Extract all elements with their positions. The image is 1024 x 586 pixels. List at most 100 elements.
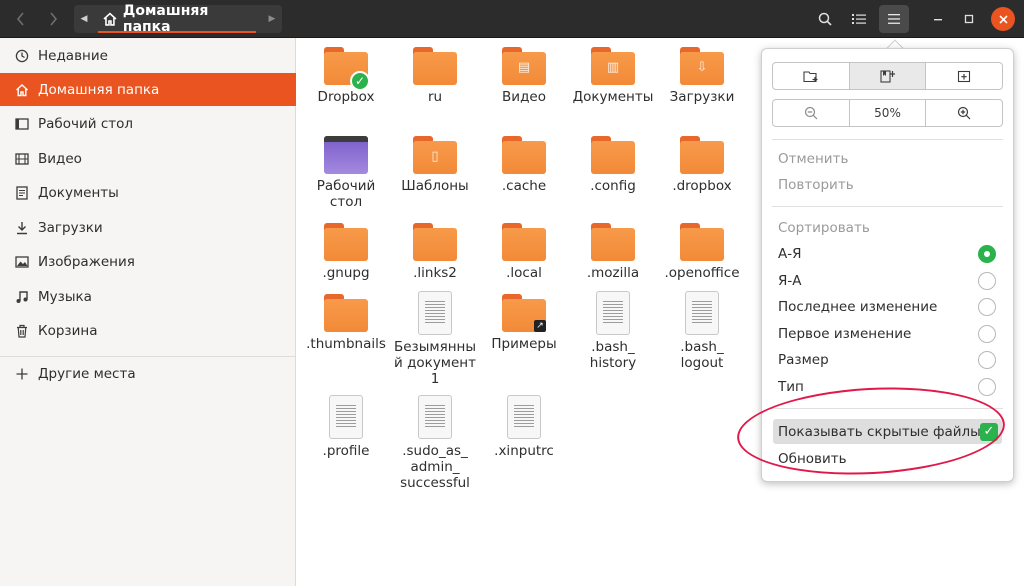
refresh-menu-item[interactable]: Обновить xyxy=(778,451,847,467)
sidebar-item-pictures[interactable]: Изображения xyxy=(0,245,296,278)
file-item-desktop[interactable]: Рабочий стол xyxy=(301,136,391,210)
file-name: Документы xyxy=(572,89,654,105)
file-item-xinputrc[interactable]: .xinputrc xyxy=(479,395,569,459)
sidebar-item-label: Домашняя папка xyxy=(38,81,160,98)
undo-menu-item[interactable]: Отменить xyxy=(778,151,848,167)
file-item-config[interactable]: .config xyxy=(568,136,658,194)
new-folder-button[interactable] xyxy=(773,63,850,89)
sidebar-item-home[interactable]: Домашняя папка xyxy=(0,73,296,106)
zoom-level-button[interactable]: 50% xyxy=(850,100,927,126)
sidebar-item-documents[interactable]: Документы xyxy=(0,176,296,209)
sort-z-a-radio[interactable] xyxy=(978,272,996,290)
file-item-documents[interactable]: ▥ Документы xyxy=(568,47,658,105)
file-item-thumbnails[interactable]: .thumbnails xyxy=(301,294,391,352)
forward-button[interactable] xyxy=(38,5,68,33)
zoom-in-button[interactable] xyxy=(926,100,1002,126)
file-item-dropbox[interactable]: ✓ Dropbox xyxy=(301,47,391,105)
view-list-button[interactable] xyxy=(844,5,874,33)
file-name: Шаблоны xyxy=(401,178,469,194)
sort-type-radio[interactable] xyxy=(978,378,996,396)
sidebar-item-trash[interactable]: Корзина xyxy=(0,314,296,347)
search-button[interactable] xyxy=(810,5,840,33)
minimize-button[interactable] xyxy=(925,5,951,33)
file-item-gnupg[interactable]: .gnupg xyxy=(301,223,391,281)
file-name: Рабочий стол xyxy=(316,178,376,210)
hamburger-menu-button[interactable] xyxy=(879,5,909,33)
sidebar-item-video[interactable]: Видео xyxy=(0,142,296,175)
file-item-profile[interactable]: .profile xyxy=(301,395,391,459)
new-bookmark-button[interactable] xyxy=(849,63,927,89)
folder-icon xyxy=(502,136,546,174)
file-item-dropbox-hidden[interactable]: .dropbox xyxy=(657,136,747,194)
file-item-sudo-as-admin[interactable]: .sudo_as_ admin_ successful xyxy=(390,395,480,491)
show-hidden-files-menu-item[interactable]: Показывать скрытые файлы xyxy=(778,424,981,440)
folder-download-icon: ⇩ xyxy=(680,47,724,85)
file-item-examples[interactable]: ↗ Примеры xyxy=(479,294,569,352)
symlink-arrow-icon: ↗ xyxy=(534,320,546,332)
folder-documents-icon: ▥ xyxy=(591,47,635,85)
sort-option-a-z[interactable]: А-Я xyxy=(778,246,802,262)
sidebar-item-label: Музыка xyxy=(38,288,92,305)
sidebar-item-music[interactable]: Музыка xyxy=(0,280,296,313)
redo-menu-item[interactable]: Повторить xyxy=(778,177,854,193)
file-item-ru[interactable]: ru xyxy=(390,47,480,105)
file-item-video[interactable]: ▤ Видео xyxy=(479,47,569,105)
file-item-local[interactable]: .local xyxy=(479,223,569,281)
sort-option-last-modified[interactable]: Последнее изменение xyxy=(778,299,937,315)
file-name: Dropbox xyxy=(317,89,375,105)
file-name: ru xyxy=(427,89,443,105)
zoom-out-button[interactable] xyxy=(773,100,850,126)
file-item-openoffice[interactable]: .openoffice xyxy=(657,223,747,281)
file-item-untitled-document[interactable]: Безымянный документ 1 xyxy=(390,291,480,387)
sort-first-modified-radio[interactable] xyxy=(978,325,996,343)
path-bar: ◀ Домашняя папка ▶ xyxy=(74,3,282,35)
sort-heading: Сортировать xyxy=(778,220,870,236)
show-hidden-checkbox[interactable]: ✓ xyxy=(980,423,998,441)
sort-last-modified-radio[interactable] xyxy=(978,298,996,316)
chevron-left-icon xyxy=(16,12,24,26)
maximize-button[interactable] xyxy=(956,5,982,33)
file-item-cache[interactable]: .cache xyxy=(479,136,569,194)
desktop-folder-icon xyxy=(324,136,368,174)
sort-a-z-radio[interactable] xyxy=(978,245,996,263)
file-name: .bash_ history xyxy=(589,339,637,371)
path-scroll-left-button[interactable]: ◀ xyxy=(74,5,94,33)
sort-option-z-a[interactable]: Я-А xyxy=(778,273,802,289)
music-icon xyxy=(14,289,30,305)
file-item-downloads[interactable]: ⇩ Загрузки xyxy=(657,47,747,105)
file-name: Безымянный документ 1 xyxy=(393,339,477,387)
file-name: .xinputrc xyxy=(494,443,554,459)
zoom-button-group: 50% xyxy=(772,99,1003,127)
file-name: .openoffice xyxy=(664,265,740,281)
file-manager-window: ◀ Домашняя папка ▶ Недавние Домашняя пап… xyxy=(0,0,1024,586)
sort-option-size[interactable]: Размер xyxy=(778,352,829,368)
new-tab-button[interactable] xyxy=(926,63,1002,89)
sidebar-item-desktop[interactable]: Рабочий стол xyxy=(0,107,296,140)
home-icon xyxy=(103,12,117,26)
text-file-icon xyxy=(329,395,363,439)
sort-size-radio[interactable] xyxy=(978,351,996,369)
file-name: .links2 xyxy=(413,265,457,281)
sidebar-item-downloads[interactable]: Загрузки xyxy=(0,211,296,244)
sync-check-icon: ✓ xyxy=(350,71,370,91)
close-button[interactable] xyxy=(991,7,1015,31)
breadcrumb-home[interactable]: Домашняя папка xyxy=(96,3,260,35)
back-button[interactable] xyxy=(6,5,36,33)
file-item-templates[interactable]: ▯ Шаблоны xyxy=(390,136,480,194)
folder-video-icon: ▤ xyxy=(502,47,546,85)
sort-option-first-modified[interactable]: Первое изменение xyxy=(778,326,911,342)
minimize-icon xyxy=(934,19,942,21)
file-item-bash-logout[interactable]: .bash_ logout xyxy=(657,291,747,371)
file-item-bash-history[interactable]: .bash_ history xyxy=(568,291,658,371)
clock-icon xyxy=(14,48,30,64)
menu-separator xyxy=(772,206,1003,207)
file-item-links2[interactable]: .links2 xyxy=(390,223,480,281)
folder-icon xyxy=(324,223,368,261)
file-name: .local xyxy=(506,265,542,281)
sort-option-type[interactable]: Тип xyxy=(778,379,804,395)
file-item-mozilla[interactable]: .mozilla xyxy=(568,223,658,281)
file-name: .bash_ logout xyxy=(680,339,724,371)
sidebar-item-recent[interactable]: Недавние xyxy=(0,39,296,72)
sidebar-item-other-locations[interactable]: Другие места xyxy=(0,357,296,390)
path-scroll-right-button[interactable]: ▶ xyxy=(262,5,282,33)
